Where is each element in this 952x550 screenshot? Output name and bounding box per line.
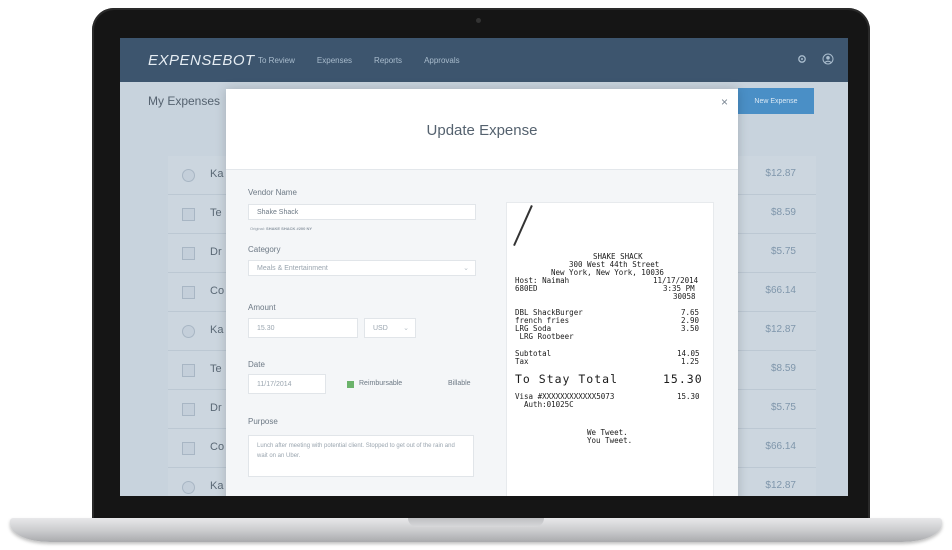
expense-amount: $66.14 [765, 285, 796, 296]
user-icon[interactable] [822, 53, 834, 65]
nav-to-review[interactable]: To Review [258, 56, 295, 65]
row-checkbox[interactable] [182, 403, 195, 416]
chevron-down-icon: ⌄ [403, 325, 409, 332]
expense-name: Co [210, 285, 225, 297]
nav-expenses[interactable]: Expenses [317, 56, 352, 65]
purpose-textarea[interactable]: Lunch after meeting with potential clien… [248, 435, 474, 477]
row-checkbox[interactable] [182, 247, 195, 260]
vendor-label: Vendor Name [248, 188, 297, 197]
expense-name: Ka [210, 480, 224, 492]
currency-value: USD [373, 325, 388, 332]
modal-title: Update Expense [426, 122, 538, 139]
update-expense-modal: Update Expense × Vendor Name Shake Shack… [226, 89, 738, 496]
expense-amount: $12.87 [765, 168, 796, 179]
amount-field[interactable]: 15.30 [248, 318, 358, 338]
expense-name: Te [210, 207, 222, 219]
expense-amount: $8.59 [770, 207, 796, 218]
receipt-item-name: LRG Rootbeer [515, 332, 574, 341]
modal-body: Vendor Name Shake Shack Original: SHAKE … [226, 170, 738, 496]
app-screen: EXPENSEBOT To Review Expenses Reports Ap… [120, 38, 848, 496]
receipt-card-amount: 15.30 [677, 392, 700, 401]
expense-name: Co [210, 441, 225, 453]
nav-reports[interactable]: Reports [374, 56, 402, 65]
receipt-item-price: 3.50 [681, 324, 700, 333]
top-navbar: EXPENSEBOT To Review Expenses Reports Ap… [120, 38, 848, 82]
expense-amount: $12.87 [765, 480, 796, 491]
row-checkbox[interactable] [182, 442, 195, 455]
expense-name: Dr [210, 402, 222, 414]
category-select[interactable]: Meals & Entertainment ⌄ [248, 260, 476, 276]
receipt-footer-2: You Tweet. [587, 436, 633, 445]
expense-name: Dr [210, 246, 222, 258]
expense-amount: $5.75 [770, 246, 796, 257]
category-label: Category [248, 245, 281, 254]
billable-label[interactable]: Billable [448, 380, 471, 387]
nav-approvals[interactable]: Approvals [424, 56, 460, 65]
row-checkbox[interactable] [182, 364, 195, 377]
expense-amount: $66.14 [765, 441, 796, 452]
close-icon[interactable]: × [721, 95, 728, 109]
row-checkbox[interactable] [182, 286, 195, 299]
expense-amount: $8.59 [770, 363, 796, 374]
expense-name: Ka [210, 324, 224, 336]
settings-icon[interactable] [796, 53, 808, 65]
reimbursable-checkbox[interactable] [347, 381, 354, 388]
camera-icon [476, 18, 481, 23]
receipt-tax: 1.25 [681, 357, 700, 366]
receipt-total: 15.30 [663, 372, 703, 386]
expense-name: Te [210, 363, 222, 375]
receipt-auth: Auth:01025C [515, 400, 574, 409]
expense-amount: $5.75 [770, 402, 796, 413]
date-field[interactable]: 11/17/2014 [248, 374, 326, 394]
row-checkbox[interactable] [182, 208, 195, 221]
date-label: Date [248, 360, 265, 369]
expense-amount: $12.87 [765, 324, 796, 335]
vendor-original-hint: Original: SHAKE SHACK #200 NY [250, 226, 313, 231]
receipt-mark [513, 205, 533, 247]
amount-label: Amount [248, 303, 276, 312]
purpose-label: Purpose [248, 417, 278, 426]
row-checkbox[interactable] [182, 325, 195, 338]
receipt-total-label: To Stay Total [515, 372, 619, 386]
chevron-down-icon: ⌄ [463, 265, 469, 272]
row-checkbox[interactable] [182, 481, 195, 494]
receipt-check-number: 30058 [673, 292, 696, 301]
receipt-code: 680ED [515, 284, 538, 293]
page-title: My Expenses [148, 94, 221, 108]
modal-header: Update Expense × [226, 89, 738, 170]
vendor-name-field[interactable]: Shake Shack [248, 204, 476, 220]
reimbursable-label[interactable]: Reimbursable [359, 380, 402, 387]
receipt-tax-label: Tax [515, 357, 529, 366]
category-value: Meals & Entertainment [257, 265, 328, 272]
expense-name: Ka [210, 168, 224, 180]
app-logo[interactable]: EXPENSEBOT [148, 52, 254, 69]
receipt-image: SHAKE SHACK 300 West 44th Street New Yor… [506, 202, 714, 496]
new-expense-button[interactable]: New Expense [738, 88, 814, 114]
laptop-notch [408, 518, 544, 527]
currency-select[interactable]: USD ⌄ [364, 318, 416, 338]
row-checkbox[interactable] [182, 169, 195, 182]
